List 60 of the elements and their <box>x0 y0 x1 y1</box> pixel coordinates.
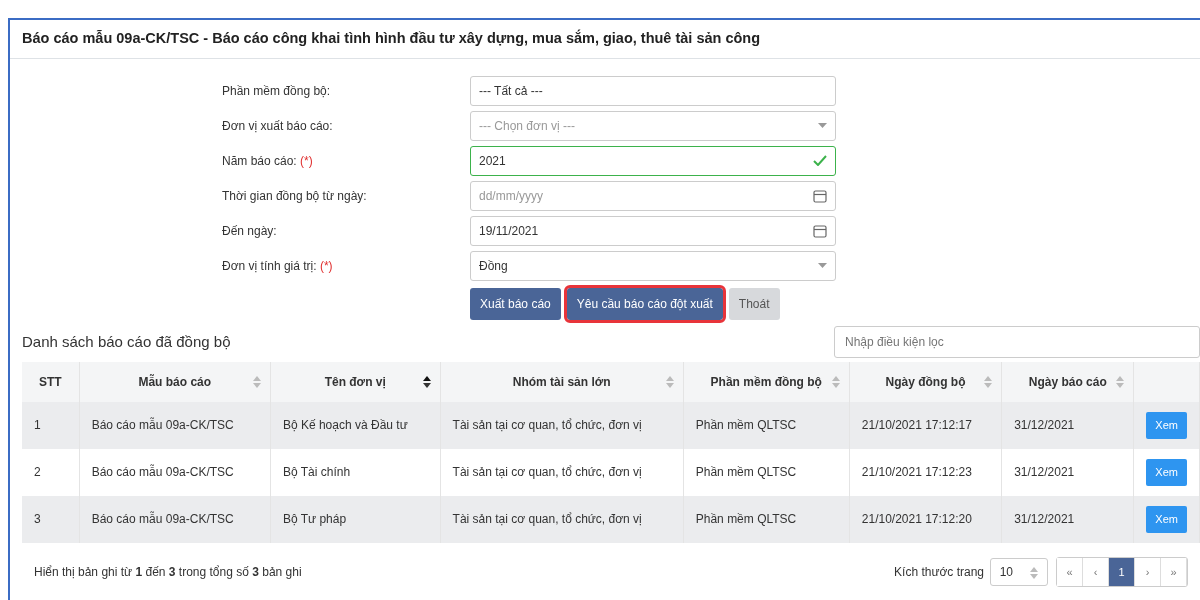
table-cell: 31/12/2021 <box>1014 418 1075 433</box>
table-cell: Tài sản tại cơ quan, tổ chức, đơn vị <box>452 465 642 480</box>
field-label: Thời gian đồng bộ từ ngày: <box>222 188 367 203</box>
view-button[interactable]: Xem <box>1146 506 1187 533</box>
table-cell: Tài sản tại cơ quan, tổ chức, đơn vị <box>452 512 642 527</box>
table-cell: 31/12/2021 <box>1014 465 1075 480</box>
table-cell: Phần mềm QLTSC <box>695 512 797 527</box>
date-field[interactable]: dd/mm/yyyy <box>470 180 836 211</box>
field-label: Đơn vị tính giá trị: <box>222 258 317 273</box>
text-field[interactable]: 2021 <box>470 145 836 176</box>
dropdown-field[interactable]: Đồng <box>470 250 836 281</box>
field-label: Phần mềm đồng bộ: <box>222 83 331 98</box>
column-header[interactable]: STT <box>39 372 62 391</box>
field-label: Đến ngày: <box>222 223 277 238</box>
sort-icon[interactable] <box>422 375 431 388</box>
view-button[interactable]: Xem <box>1146 412 1187 439</box>
required-mark: (*) <box>300 153 313 168</box>
table-cell: 21/10/2021 17:12:23 <box>861 465 972 480</box>
table-cell: Phần mềm QLTSC <box>695 418 797 433</box>
table-cell: Bộ Kế hoạch và Đầu tư <box>282 418 408 433</box>
spinner-icon <box>1030 566 1039 579</box>
table-cell: 1 <box>34 418 41 433</box>
table-cell: 21/10/2021 17:12:17 <box>861 418 972 433</box>
panel-title: Báo cáo mẫu 09a-CK/TSC - Báo cáo công khai tình hình đầu tư xây dựng, mua sắm, giao, thuê tài sản công <box>10 20 1200 59</box>
page-button[interactable]: « <box>1057 557 1083 586</box>
column-header[interactable]: Nhóm tài sản lớn <box>512 372 611 391</box>
exit-button[interactable]: Thoát <box>728 287 780 320</box>
filter-field[interactable]: Nhập điều kiện lọc <box>834 325 1200 358</box>
check-icon <box>813 155 827 167</box>
date-field[interactable]: 19/11/2021 <box>470 215 836 246</box>
record-summary: Hiển thị bản ghi từ 1 đến 3 trong tổng số 3 bản ghi <box>34 563 302 581</box>
table-cell: 21/10/2021 17:12:20 <box>861 512 972 527</box>
table-cell: Phần mềm QLTSC <box>695 465 797 480</box>
table-cell: 3 <box>34 512 41 527</box>
table-cell: 31/12/2021 <box>1014 512 1075 527</box>
table-cell: Báo cáo mẫu 09a-CK/TSC <box>91 465 234 480</box>
text-field[interactable]: --- Tất cả --- <box>470 75 836 106</box>
page-size-label: Kích thước trang <box>894 563 984 581</box>
field-label: Đơn vị xuất báo cáo: <box>222 118 333 133</box>
table-cell: Báo cáo mẫu 09a-CK/TSC <box>91 512 234 527</box>
page-size-select[interactable]: 10 <box>990 557 1048 586</box>
caret-icon <box>818 123 827 129</box>
dropdown-field[interactable]: --- Chọn đơn vị --- <box>470 110 836 141</box>
calendar-icon <box>813 188 827 203</box>
field-label: Năm báo cáo: <box>222 153 297 168</box>
calendar-icon <box>813 223 827 238</box>
action-button[interactable]: Yêu cầu báo cáo đột xuất <box>566 287 723 320</box>
table-cell: Tài sản tại cơ quan, tổ chức, đơn vị <box>452 418 642 433</box>
table-cell: Bộ Tài chính <box>282 465 351 480</box>
table-cell: Báo cáo mẫu 09a-CK/TSC <box>91 418 234 433</box>
required-mark: (*) <box>319 258 333 273</box>
action-button[interactable]: Xuất báo cáo <box>470 287 561 320</box>
table-cell: Bộ Tư pháp <box>282 512 347 527</box>
column-header[interactable]: Mẫu báo cáo <box>138 372 212 391</box>
view-button[interactable]: Xem <box>1146 459 1187 486</box>
page-button[interactable]: 1 <box>1109 557 1135 586</box>
caret-icon <box>818 263 827 269</box>
section-title: Danh sách báo cáo đã đồng bộ <box>22 331 231 352</box>
column-header[interactable]: Tên đơn vị <box>324 372 386 391</box>
table-cell: 2 <box>34 465 41 480</box>
